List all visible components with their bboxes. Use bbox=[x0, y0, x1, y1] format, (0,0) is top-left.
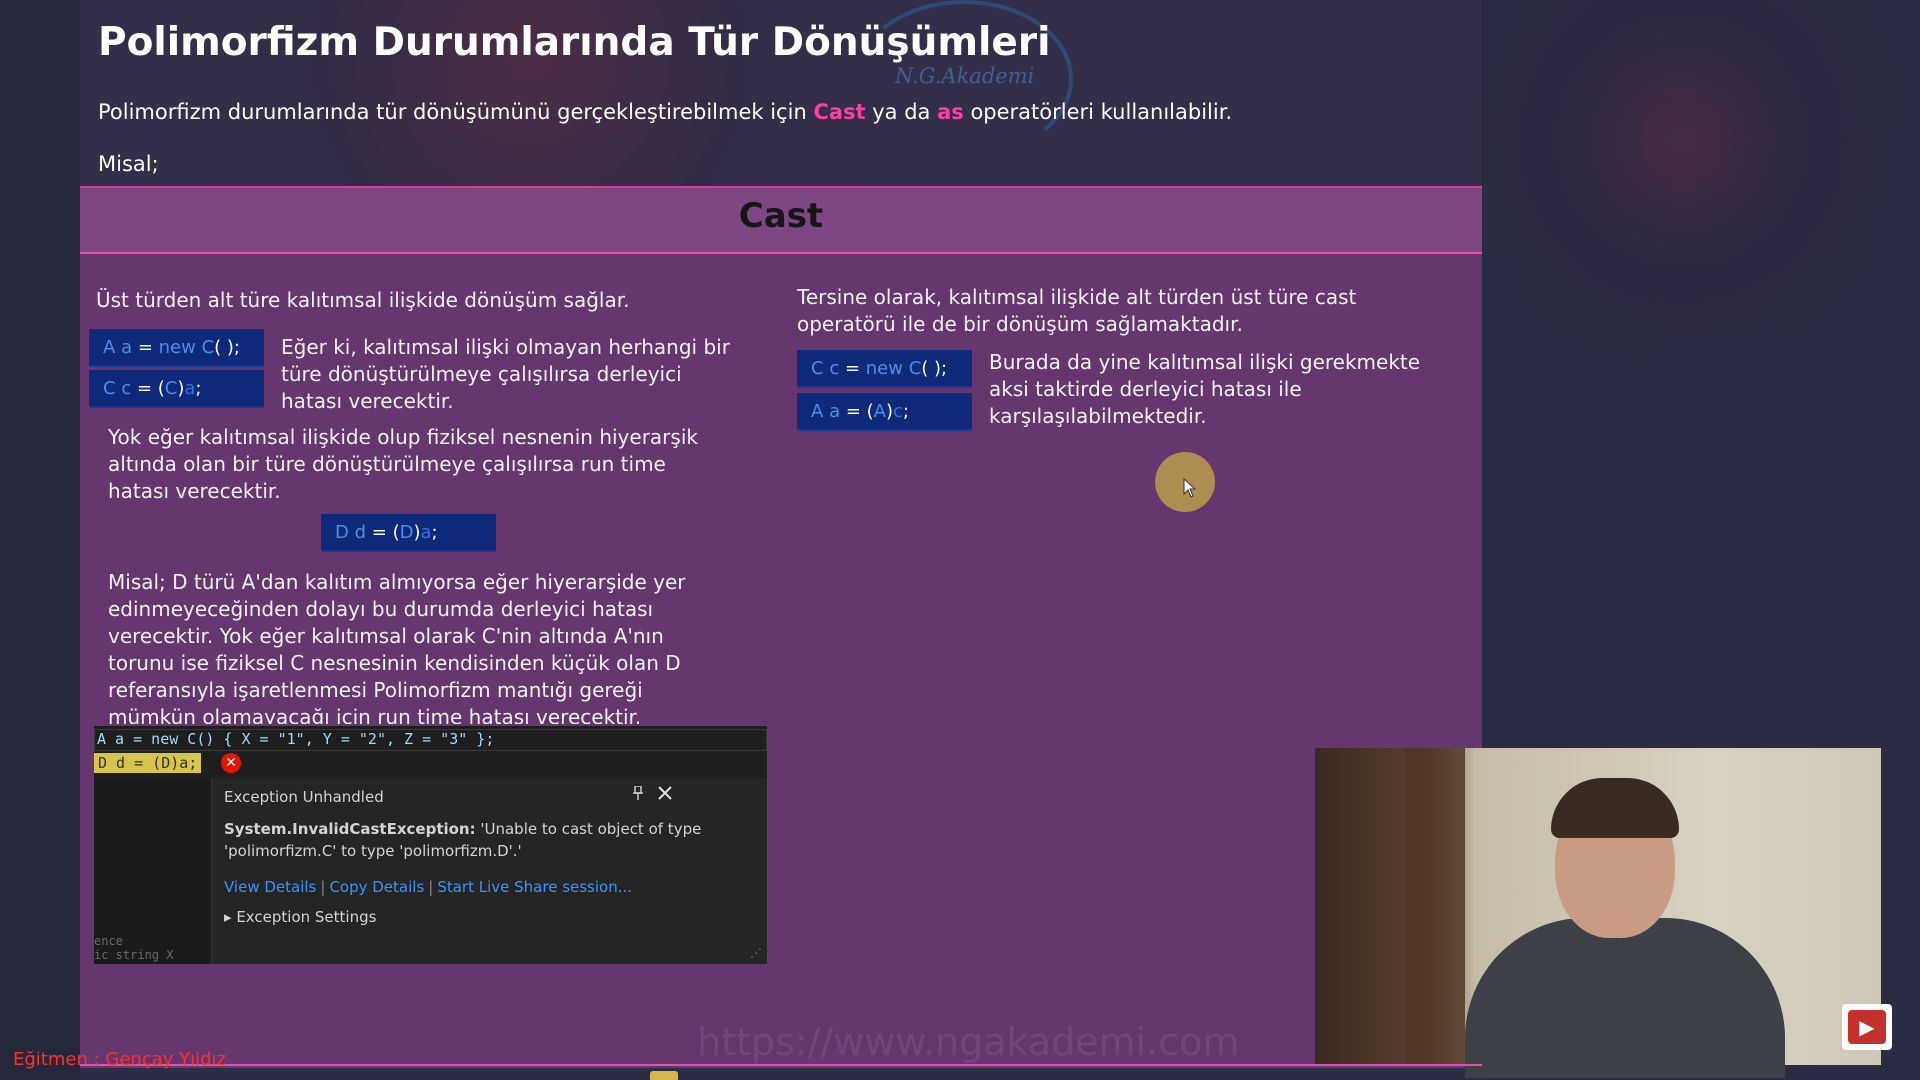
code-snippet: D d = (D)a; bbox=[321, 514, 496, 552]
exception-settings-label: Exception Settings bbox=[236, 908, 377, 926]
code-type: C bbox=[103, 378, 116, 399]
left-paragraph-2: Eğer ki, kalıtımsal ilişki olmayan herha… bbox=[281, 335, 730, 413]
website-watermark: https://www.ngakademi.com bbox=[697, 1020, 1240, 1064]
code-var: a bbox=[184, 378, 196, 399]
code-var: a bbox=[420, 522, 432, 543]
code-tail: ( ); bbox=[214, 337, 240, 358]
exception-settings-toggle[interactable]: ▸ Exception Settings bbox=[224, 908, 376, 926]
as-keyword: as bbox=[937, 100, 964, 124]
section-header: Cast bbox=[80, 188, 1482, 252]
code-op: = bbox=[839, 358, 866, 379]
code-line: A a = new C() { X = "1", Y = "2", Z = "3… bbox=[94, 729, 767, 751]
instructor-credit: Eğitmen : Gençay Yıldız bbox=[13, 1049, 226, 1070]
left-paragraph-1: Üst türden alt türe kalıtımsal ilişkide … bbox=[96, 288, 630, 312]
ide-screenshot: A a = new C() { X = "1", Y = "2", Z = "3… bbox=[94, 726, 767, 964]
intro-before: Polimorfizm durumlarında tür dönüşümünü … bbox=[98, 100, 814, 124]
code-class: D bbox=[399, 522, 414, 543]
slide-title: Polimorfizm Durumlarında Tür Dönüşümleri bbox=[98, 20, 1051, 65]
live-share-link[interactable]: Start Live Share session... bbox=[437, 878, 632, 896]
code-keyword: new bbox=[865, 358, 903, 379]
code-var: a bbox=[121, 337, 133, 358]
code-var: a bbox=[829, 401, 841, 422]
code-type: A bbox=[103, 337, 116, 358]
editor-text: ic string X bbox=[94, 948, 174, 962]
exception-popup: Exception Unhandled System.InvalidCastEx… bbox=[211, 778, 767, 964]
code-var: c bbox=[121, 378, 132, 399]
intro-after: operatörleri kullanılabilir. bbox=[963, 100, 1233, 124]
code-var: d bbox=[354, 522, 367, 543]
code-class: C bbox=[164, 378, 178, 399]
caret-right-icon: ▸ bbox=[224, 908, 237, 926]
play-icon: ▶ bbox=[1848, 1010, 1886, 1044]
code-class: C bbox=[195, 337, 215, 358]
code-op: = ( bbox=[366, 522, 400, 543]
link-separator: | bbox=[320, 878, 326, 896]
code-op: = bbox=[132, 337, 159, 358]
right-paragraph-2: Burada da yine kalıtımsal ilişki gerekme… bbox=[989, 350, 1421, 428]
code-type: A bbox=[811, 401, 824, 422]
mouse-pointer-icon bbox=[1183, 477, 1197, 503]
code-close: ) bbox=[413, 522, 421, 543]
code-snippet: C c = (C)a; bbox=[89, 370, 264, 408]
code-snippet: C c = new C( ); bbox=[797, 350, 972, 388]
resize-grip-icon[interactable]: ⋰ bbox=[750, 946, 762, 960]
code-op: = ( bbox=[131, 378, 165, 399]
bookshelf bbox=[1405, 748, 1465, 1065]
cast-keyword: Cast bbox=[813, 100, 866, 124]
divider bbox=[80, 1064, 1482, 1066]
right-paragraph-1: Tersine olarak, kalıtımsal ilişkide alt … bbox=[797, 285, 1357, 336]
section-title: Cast bbox=[738, 196, 824, 236]
code-semi: ; bbox=[195, 378, 202, 399]
code-snippet: A a = new C( ); bbox=[89, 329, 264, 367]
code-var: c bbox=[893, 401, 903, 422]
code-semi: ; bbox=[902, 401, 909, 422]
view-details-link[interactable]: View Details bbox=[224, 878, 316, 896]
presenter-body bbox=[1465, 918, 1785, 1078]
left-paragraph-4: Misal; D türü A'dan kalıtım almıyorsa eğ… bbox=[108, 570, 686, 724]
code-var: c bbox=[829, 358, 840, 379]
copy-details-link[interactable]: Copy Details bbox=[329, 878, 424, 896]
misal-label: Misal; bbox=[98, 152, 159, 176]
intro-mid: ya da bbox=[865, 100, 938, 124]
exception-message: System.InvalidCastException: 'Unable to … bbox=[224, 818, 744, 862]
code-snippet: A a = (A)c; bbox=[797, 393, 972, 431]
error-icon[interactable]: ✕ bbox=[221, 753, 241, 773]
popup-links: View Details | Copy Details | Start Live Sha… bbox=[224, 878, 632, 896]
editor-residual-text: ence ic string X bbox=[94, 934, 173, 962]
code-keyword: new bbox=[158, 337, 196, 358]
editor-text: ence bbox=[94, 934, 123, 948]
webcam-overlay bbox=[1315, 748, 1881, 1078]
logo-text: N.G.Akademi bbox=[895, 64, 1035, 88]
code-semi: ; bbox=[431, 522, 438, 543]
exception-type: System.InvalidCastException: bbox=[224, 820, 476, 838]
presenter-hair bbox=[1551, 778, 1679, 838]
link-separator: | bbox=[428, 878, 434, 896]
code-type: D bbox=[335, 522, 349, 543]
left-backdrop bbox=[0, 0, 80, 1080]
progress-marker bbox=[650, 1071, 678, 1080]
intro-text: Polimorfizm durumlarında tür dönüşümünü … bbox=[98, 100, 1232, 124]
pin-icon[interactable] bbox=[632, 785, 644, 804]
code-class: A bbox=[873, 401, 886, 422]
code-type: C bbox=[811, 358, 824, 379]
code-op: = ( bbox=[840, 401, 874, 422]
code-class: C bbox=[902, 358, 922, 379]
popup-title: Exception Unhandled bbox=[224, 788, 384, 806]
code-close: ) bbox=[885, 401, 894, 422]
code-tail: ( ); bbox=[921, 358, 948, 379]
left-paragraph-3: Yok eğer kalıtımsal ilişkide olup fiziks… bbox=[108, 425, 698, 503]
youtube-play-button[interactable]: ▶ bbox=[1842, 1004, 1892, 1050]
code-line-highlighted: D d = (D)a; bbox=[94, 753, 202, 773]
close-icon[interactable] bbox=[657, 782, 673, 806]
